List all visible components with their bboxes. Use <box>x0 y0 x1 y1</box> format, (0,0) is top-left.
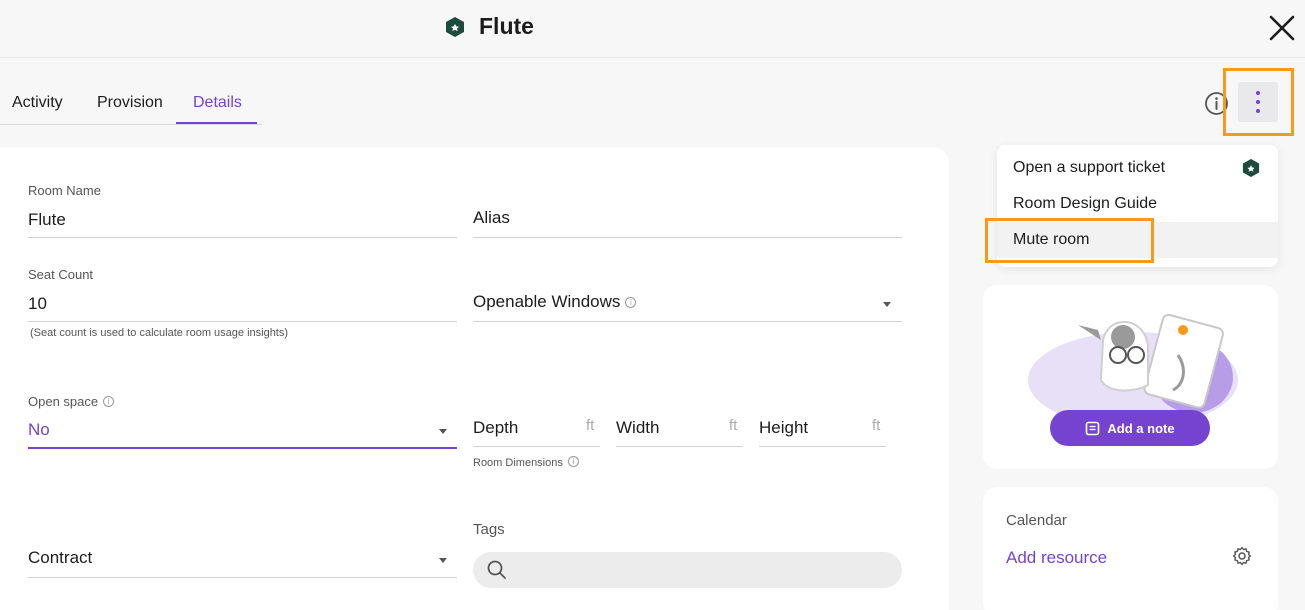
open-space-label-wrap: Open space i <box>28 393 115 411</box>
chevron-down-icon <box>439 429 447 434</box>
active-tab-indicator <box>176 122 257 124</box>
note-icon <box>1086 421 1100 435</box>
search-icon <box>487 560 506 579</box>
width-underline <box>616 446 743 447</box>
height-unit: ft <box>872 417 881 434</box>
room-dimensions-hint: Room Dimensions <box>473 457 563 469</box>
menu-item-room-design-guide[interactable]: Room Design Guide <box>997 186 1278 222</box>
hex-badge-icon <box>446 16 464 37</box>
close-icon <box>1269 15 1295 41</box>
add-note-label: Add a note <box>1107 420 1175 436</box>
room-dimensions-hint-wrap: Room Dimensions i <box>473 453 579 471</box>
title-wrap: Flute <box>445 13 534 40</box>
open-space-label: Open space <box>28 394 99 409</box>
open-space-underline <box>28 447 457 449</box>
calendar-settings-button[interactable] <box>1232 546 1252 566</box>
menu-item-label: Mute room <box>1013 231 1090 248</box>
height-input[interactable]: Height <box>759 418 808 438</box>
tags-label: Tags <box>473 521 505 538</box>
room-name-underline <box>28 237 457 238</box>
page-title: Flute <box>479 13 534 39</box>
room-name-label: Room Name <box>28 183 101 198</box>
more-options-button[interactable] <box>1238 82 1278 122</box>
add-note-button[interactable]: Add a note <box>1050 410 1210 446</box>
contract-select[interactable]: Contract <box>28 548 92 568</box>
width-input[interactable]: Width <box>616 418 659 438</box>
menu-item-mute-room[interactable]: Mute room <box>997 222 1278 258</box>
room-name-input[interactable]: Flute <box>28 210 66 230</box>
height-underline <box>759 446 886 447</box>
alias-input[interactable]: Alias <box>473 208 510 228</box>
seat-count-hint: (Seat count is used to calculate room us… <box>30 327 289 339</box>
info-icon: i <box>567 456 579 468</box>
tags-search-input[interactable] <box>473 552 902 588</box>
alias-underline <box>473 237 902 238</box>
tab-activity[interactable]: Activity <box>12 94 63 112</box>
menu-item-support-ticket[interactable]: Open a support ticket <box>997 150 1278 186</box>
openable-windows-label: Openable Windows <box>473 292 621 311</box>
menu-item-label: Open a support ticket <box>1013 159 1166 176</box>
info-icon <box>1205 92 1228 115</box>
tabs-divider <box>0 124 262 125</box>
add-resource-link[interactable]: Add resource <box>1006 548 1107 568</box>
openable-windows-underline <box>473 321 902 322</box>
seat-count-label: Seat Count <box>28 267 94 282</box>
depth-input[interactable]: Depth <box>473 418 518 438</box>
calendar-title: Calendar <box>1006 512 1067 529</box>
options-menu: Open a support ticket Room Design Guide … <box>997 145 1278 267</box>
info-button[interactable] <box>1204 91 1229 116</box>
seat-count-underline <box>28 321 457 322</box>
depth-underline <box>473 446 600 447</box>
info-icon: i <box>625 297 637 309</box>
info-icon: i <box>103 396 115 408</box>
width-unit: ft <box>729 417 738 434</box>
close-button[interactable] <box>1266 12 1298 44</box>
contract-underline <box>28 577 457 578</box>
top-bar: Flute <box>0 0 1305 58</box>
open-space-select[interactable]: No <box>28 420 50 440</box>
menu-item-label: Room Design Guide <box>1013 195 1158 212</box>
depth-unit: ft <box>586 417 595 434</box>
chevron-down-icon <box>883 302 891 307</box>
tab-provision[interactable]: Provision <box>97 94 163 112</box>
gear-icon <box>1232 546 1252 566</box>
seat-count-input[interactable]: 10 <box>28 294 47 314</box>
openable-windows-select[interactable]: Openable Windows i <box>473 292 637 312</box>
tab-details[interactable]: Details <box>193 94 242 112</box>
chevron-down-icon <box>439 558 447 563</box>
hex-badge-icon <box>1242 159 1260 177</box>
